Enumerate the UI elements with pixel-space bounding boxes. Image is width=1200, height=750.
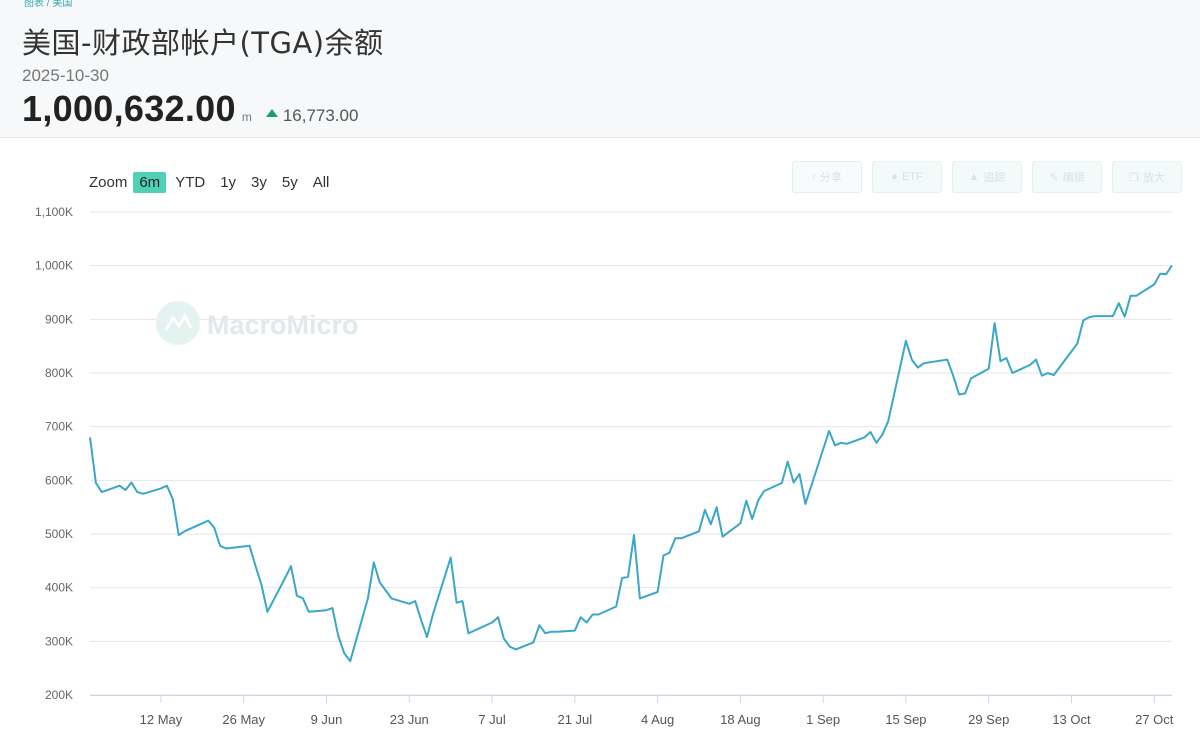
x-tick-label: 15 Sep <box>885 712 926 727</box>
y-tick-label: 1,000K <box>35 259 73 273</box>
zoom-all-button[interactable]: All <box>307 172 336 193</box>
zoom-ytd-button[interactable]: YTD <box>169 172 211 193</box>
x-tick-label: 12 May <box>140 712 183 727</box>
watermark: MacroMicro <box>156 301 359 345</box>
zoom-6m-button[interactable]: 6m <box>133 172 167 193</box>
y-tick-label: 800K <box>45 366 73 380</box>
y-tick-label: 500K <box>45 527 73 541</box>
y-tick-label: 700K <box>45 420 73 434</box>
y-tick-label: 400K <box>45 581 73 595</box>
x-tick-label: 13 Oct <box>1052 712 1091 727</box>
x-tick-label: 27 Oct <box>1135 712 1174 727</box>
y-tick-label: 200K <box>45 688 73 702</box>
grid-lines <box>90 211 1172 696</box>
y-tick-label: 1,100K <box>35 205 73 219</box>
x-tick-label: 18 Aug <box>720 712 761 727</box>
zoom-5y-button[interactable]: 5y <box>276 172 304 193</box>
x-tick-label: 7 Jul <box>478 712 506 727</box>
x-tick-label: 23 Jun <box>390 712 429 727</box>
y-tick-label: 600K <box>45 473 73 487</box>
x-tick-label: 21 Jul <box>557 712 592 727</box>
x-tick-label: 29 Sep <box>968 712 1009 727</box>
x-tick-label: 26 May <box>222 712 265 727</box>
x-tick-label: 9 Jun <box>311 712 343 727</box>
y-tick-label: 900K <box>45 312 73 326</box>
y-tick-label: 300K <box>45 634 73 648</box>
x-tick-label: 4 Aug <box>641 712 674 727</box>
zoom-1y-button[interactable]: 1y <box>214 172 242 193</box>
axes: 200K 300K 400K 500K 600K 700K 800K 900K 1,000K 1,… <box>35 205 1174 727</box>
zoom-3y-button[interactable]: 3y <box>245 172 273 193</box>
watermark-text: MacroMicro <box>207 310 359 340</box>
line-chart: MacroMicro 200K 300K 400K 500K 600K 700K 800K 9… <box>35 205 1174 727</box>
zoom-bar: Zoom 6m YTD 1y 3y 5y All <box>89 172 338 193</box>
x-tick-label: 1 Sep <box>806 712 840 727</box>
zoom-label: Zoom <box>89 174 128 191</box>
